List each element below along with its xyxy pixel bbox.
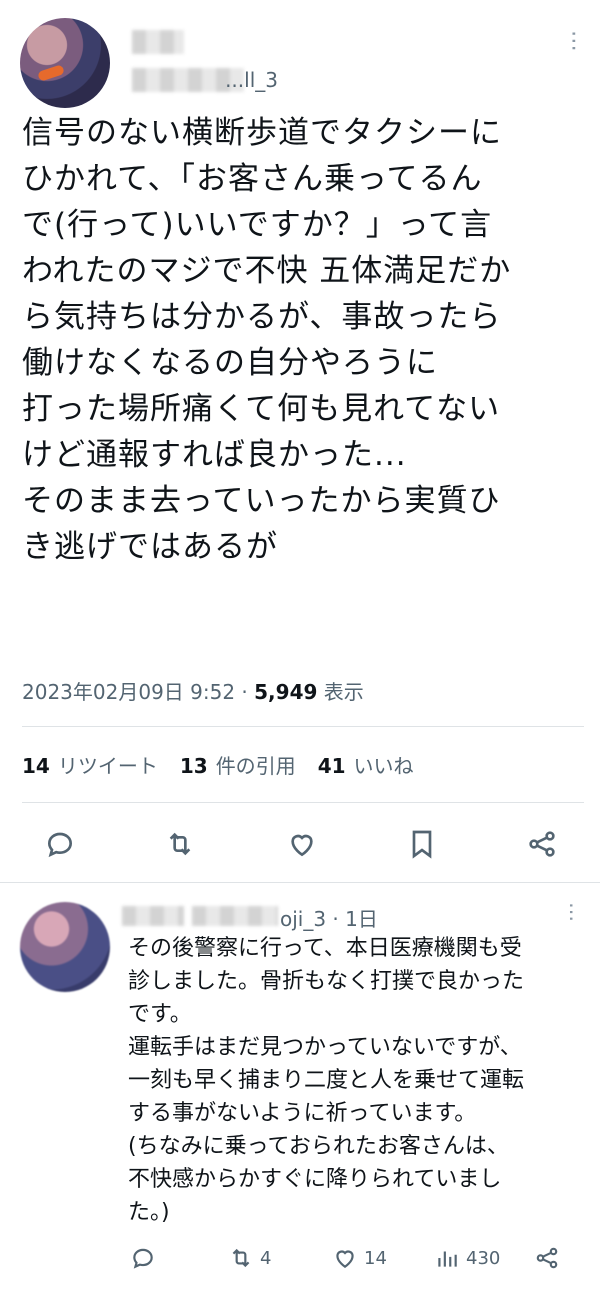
reply-icon (133, 1248, 153, 1269)
avatar[interactable] (20, 18, 110, 108)
handle-redacted (192, 906, 278, 926)
tweet-meta: 2023年02月09日 9:52 · 5,949 表示 (22, 676, 364, 705)
handle-redacted: ...ll_3 (132, 62, 282, 96)
avatar-decoration (37, 64, 65, 82)
share-button[interactable] (534, 1240, 560, 1276)
more-options-icon[interactable]: ⋯ (561, 30, 586, 52)
views-count: 430 (466, 1247, 501, 1269)
bookmark-button[interactable] (400, 822, 444, 866)
views-button[interactable]: 430 (434, 1240, 500, 1276)
main-tweet: ...ll_3 ⋯ 信号のない横断歩道でタクシーに ひかれて、「お客さん乗ってる… (0, 0, 600, 884)
like-count: 14 (364, 1247, 387, 1269)
divider (22, 726, 584, 727)
quotes-stat[interactable]: 13 件の引用 (180, 750, 296, 779)
reply-author: oji_3 · 1日 (122, 902, 392, 931)
heart-icon (336, 1250, 354, 1268)
like-button[interactable] (280, 822, 324, 866)
reply-button[interactable] (38, 822, 82, 866)
tweet-separator (0, 882, 600, 883)
tweet-actions (0, 822, 600, 866)
share-icon (536, 1247, 558, 1269)
timestamp[interactable]: 2023年02月09日 9:52 · (22, 680, 254, 704)
reply-text: その後警察に行って、本日医療機関も受 診しました。骨折もなく打撲で良かった です… (128, 936, 525, 1225)
tweet-stats: 14 リツイート 13 件の引用 41 いいね (22, 750, 414, 779)
share-icon (529, 831, 555, 857)
likes-stat[interactable]: 41 いいね (318, 750, 414, 779)
retweet-button[interactable]: 4 (228, 1240, 271, 1276)
divider (22, 802, 584, 803)
reply-button[interactable] (130, 1240, 156, 1276)
views-count: 5,949 (254, 680, 318, 704)
handle-visible-part: ...ll_3 (225, 68, 278, 92)
bookmark-icon (412, 830, 432, 859)
share-button[interactable] (520, 822, 564, 866)
like-button[interactable]: 14 (332, 1240, 387, 1276)
more-options-icon[interactable]: ⋯ (560, 902, 584, 922)
display-name-redacted (122, 906, 184, 926)
views-label: 表示 (317, 680, 364, 704)
retweet-icon (169, 832, 191, 856)
reply-tweet[interactable]: oji_3 · 1日 ⋯ その後警察に行って、本日医療機関も受 診しました。骨折… (0, 884, 600, 1301)
retweets-stat[interactable]: 14 リツイート (22, 750, 158, 779)
avatar[interactable] (20, 902, 110, 992)
reply-icon (47, 832, 73, 858)
tweet-text: 信号のない横断歩道でタクシーに ひかれて、「お客さん乗ってるん で(行って)いい… (22, 115, 512, 565)
reply-actions: 4 14 430 (0, 1240, 600, 1276)
views-chart-icon (438, 1251, 457, 1267)
handle-and-time: oji_3 · 1日 (280, 907, 378, 931)
retweet-icon (232, 1248, 250, 1268)
retweet-count: 4 (260, 1247, 272, 1269)
retweet-button[interactable] (158, 822, 202, 866)
heart-icon (291, 834, 313, 857)
display-name-redacted (132, 30, 184, 54)
